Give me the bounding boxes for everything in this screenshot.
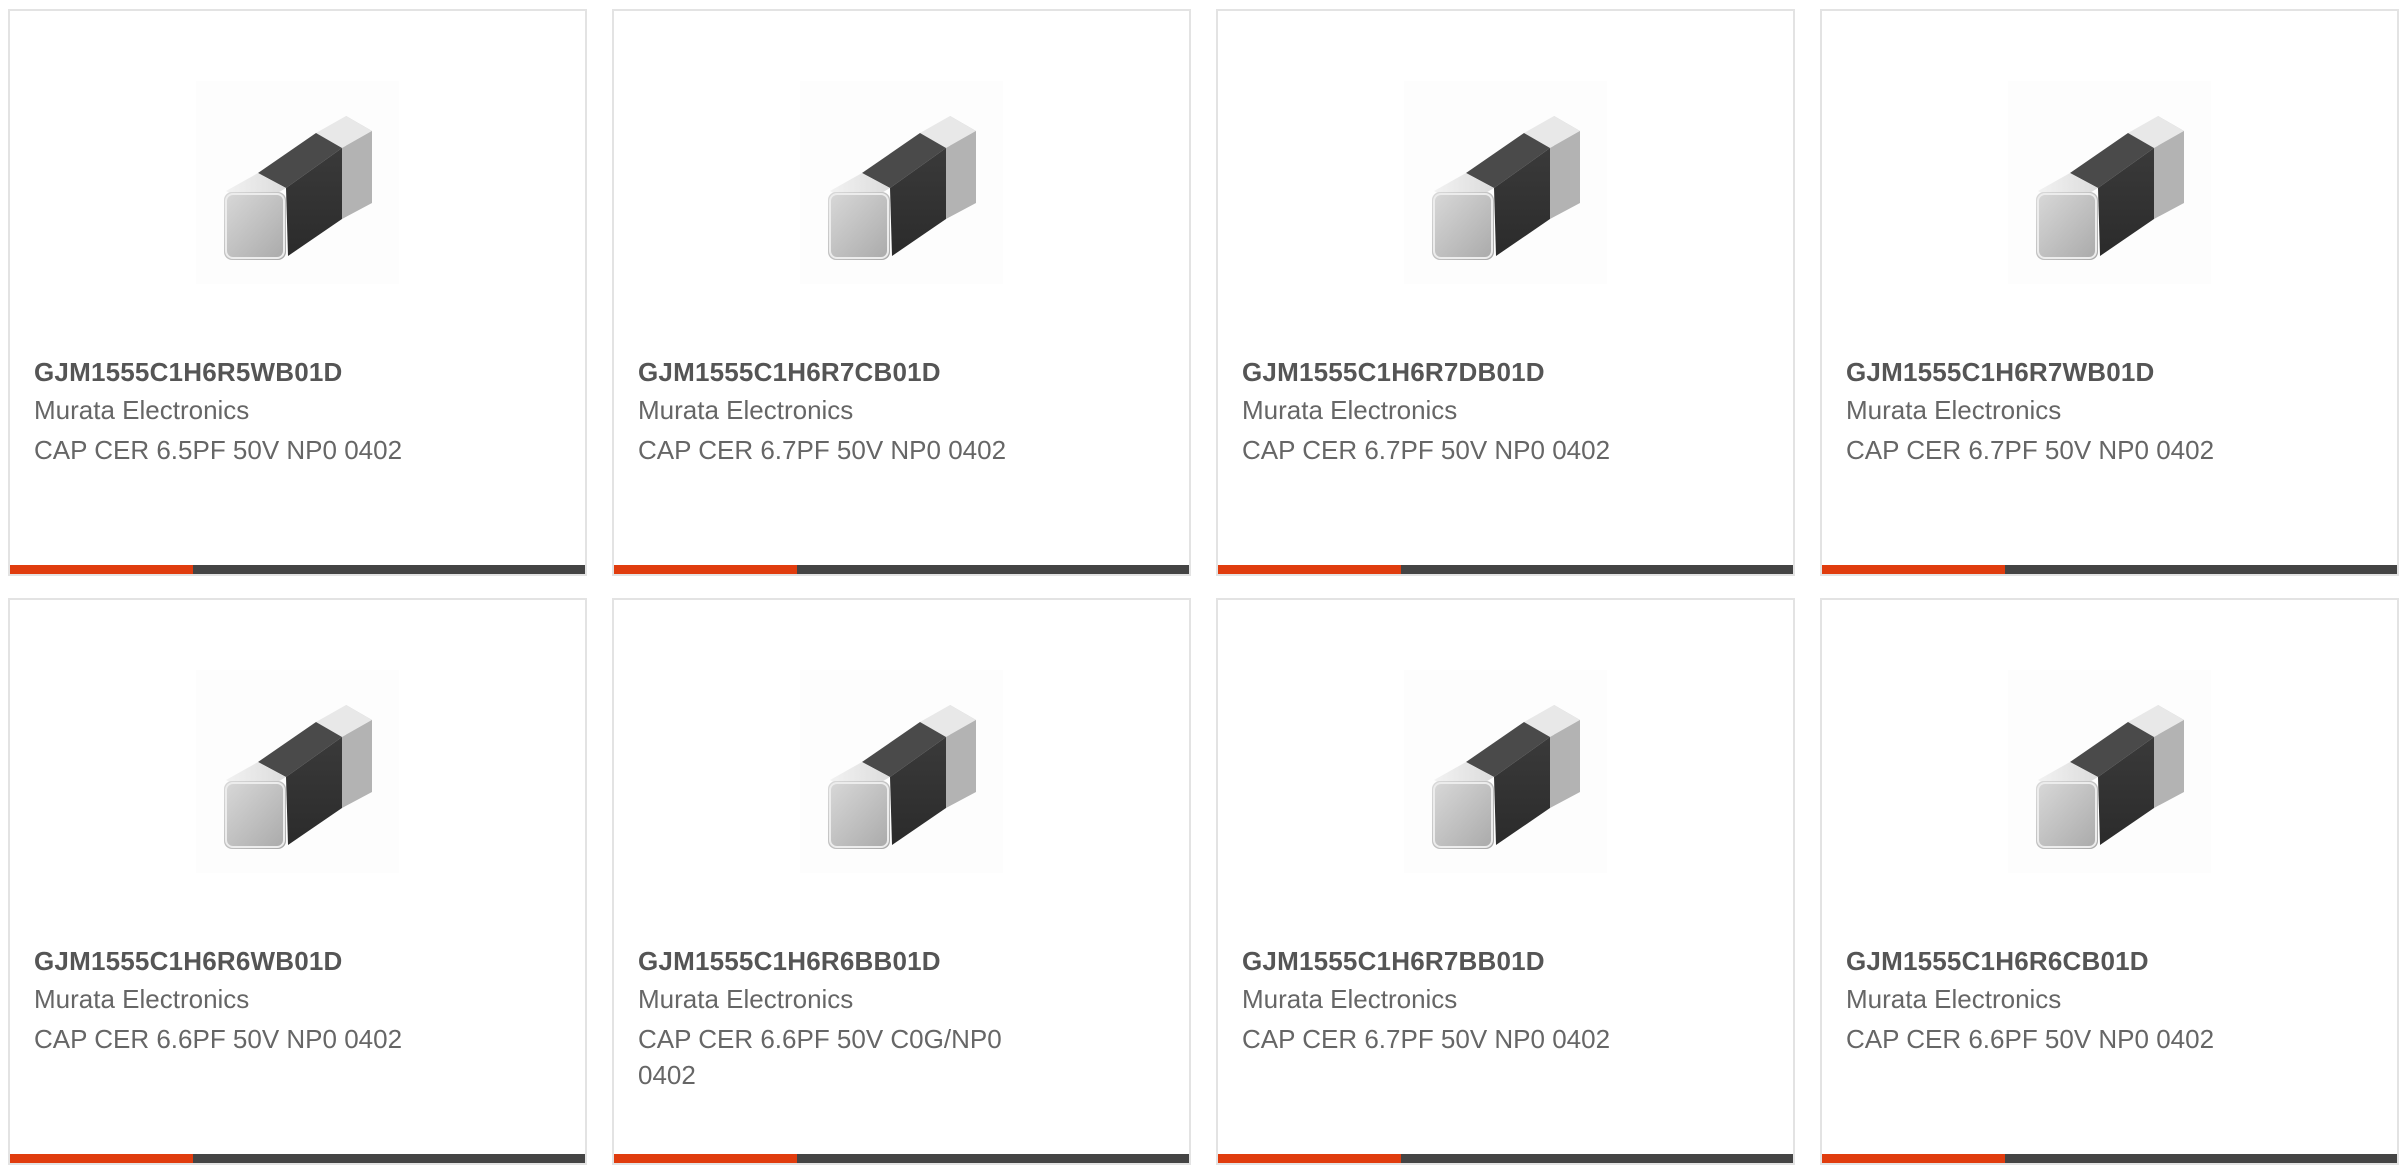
product-card[interactable]: GJM1555C1H6R6CB01D Murata Electronics CA… [1820,598,2399,1165]
product-image[interactable] [2008,670,2211,873]
product-image[interactable] [196,81,399,284]
card-accent [1218,565,1401,574]
product-image[interactable] [800,670,1003,873]
part-number[interactable]: GJM1555C1H6R7CB01D [638,357,941,388]
ceramic-capacitor-chip-icon [1432,705,1580,849]
product-image[interactable] [2008,81,2211,284]
description: CAP CER 6.6PF 50V C0G/NP0 0402 [638,1024,1002,1090]
product-card[interactable]: GJM1555C1H6R7CB01D Murata Electronics CA… [612,9,1191,576]
manufacturer: Murata Electronics [1242,395,1458,425]
part-number[interactable]: GJM1555C1H6R7DB01D [1242,357,1545,388]
ceramic-capacitor-chip-icon [2036,116,2184,260]
product-image[interactable] [1404,81,1607,284]
part-number[interactable]: GJM1555C1H6R6WB01D [34,946,343,977]
manufacturer: Murata Electronics [34,395,250,425]
product-grid: GJM1555C1H6R5WB01D Murata Electronics CA… [0,0,2400,1167]
part-number[interactable]: GJM1555C1H6R5WB01D [34,357,343,388]
ceramic-capacitor-chip-icon [1432,116,1580,260]
manufacturer: Murata Electronics [638,395,854,425]
card-accent [1822,1154,2005,1163]
card-accent [10,1154,193,1163]
description: CAP CER 6.7PF 50V NP0 0402 [638,435,1007,465]
ceramic-capacitor-chip-icon [828,116,976,260]
manufacturer: Murata Electronics [34,984,250,1014]
part-number[interactable]: GJM1555C1H6R6CB01D [1846,946,2149,977]
card-accent [1218,1154,1401,1163]
product-card[interactable]: GJM1555C1H6R6WB01D Murata Electronics CA… [8,598,587,1165]
description: CAP CER 6.6PF 50V NP0 0402 [1846,1024,2215,1054]
product-image[interactable] [800,81,1003,284]
card-accent [1822,565,2005,574]
card-footer-bar [614,1154,1189,1163]
card-footer-bar [10,565,585,574]
ceramic-capacitor-chip-icon [224,705,372,849]
description: CAP CER 6.7PF 50V NP0 0402 [1846,435,2215,465]
product-image[interactable] [1404,670,1607,873]
card-footer-bar [1218,1154,1793,1163]
product-card[interactable]: GJM1555C1H6R7DB01D Murata Electronics CA… [1216,9,1795,576]
ceramic-capacitor-chip-icon [2036,705,2184,849]
card-accent [614,565,797,574]
description: CAP CER 6.7PF 50V NP0 0402 [1242,435,1611,465]
part-number[interactable]: GJM1555C1H6R7BB01D [1242,946,1545,977]
manufacturer: Murata Electronics [1846,984,2062,1014]
part-number[interactable]: GJM1555C1H6R7WB01D [1846,357,2155,388]
product-card[interactable]: GJM1555C1H6R5WB01D Murata Electronics CA… [8,9,587,576]
card-accent [10,565,193,574]
description: CAP CER 6.5PF 50V NP0 0402 [34,435,403,465]
card-footer-bar [614,565,1189,574]
ceramic-capacitor-chip-icon [224,116,372,260]
manufacturer: Murata Electronics [638,984,854,1014]
manufacturer: Murata Electronics [1846,395,2062,425]
card-footer-bar [1822,1154,2397,1163]
card-footer-bar [1822,565,2397,574]
card-accent [614,1154,797,1163]
manufacturer: Murata Electronics [1242,984,1458,1014]
product-card[interactable]: GJM1555C1H6R7BB01D Murata Electronics CA… [1216,598,1795,1165]
product-card[interactable]: GJM1555C1H6R6BB01D Murata Electronics CA… [612,598,1191,1165]
product-image[interactable] [196,670,399,873]
product-card[interactable]: GJM1555C1H6R7WB01D Murata Electronics CA… [1820,9,2399,576]
part-number[interactable]: GJM1555C1H6R6BB01D [638,946,941,977]
card-footer-bar [1218,565,1793,574]
card-footer-bar [10,1154,585,1163]
description: CAP CER 6.7PF 50V NP0 0402 [1242,1024,1611,1054]
ceramic-capacitor-chip-icon [828,705,976,849]
description: CAP CER 6.6PF 50V NP0 0402 [34,1024,403,1054]
